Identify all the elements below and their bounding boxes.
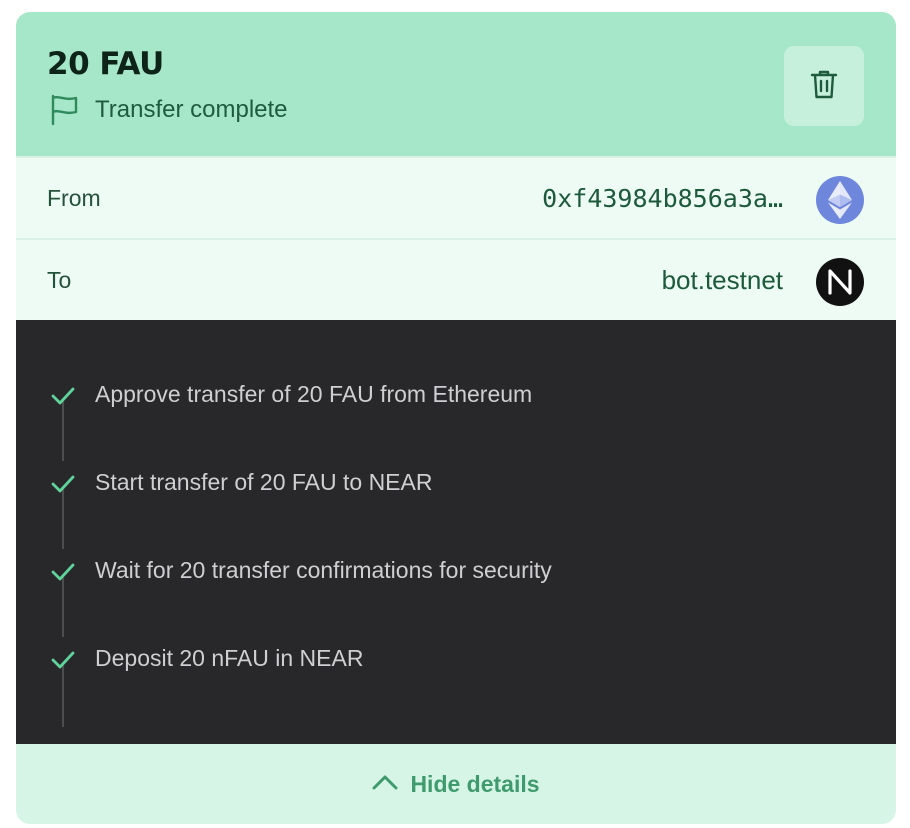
step-item: Approve transfer of 20 FAU from Ethereum: [16, 376, 896, 416]
step-item: Wait for 20 transfer confirmations for s…: [16, 552, 896, 592]
transfer-header: 20 FAU Transfer complete: [16, 12, 896, 156]
checkmark-icon: [51, 562, 75, 587]
checkmark-icon: [51, 386, 75, 411]
transfer-status: Transfer complete: [49, 94, 288, 126]
step-text: Start transfer of 20 FAU to NEAR: [95, 469, 433, 495]
step-text: Deposit 20 nFAU in NEAR: [95, 645, 364, 671]
step-text: Approve transfer of 20 FAU from Ethereum: [95, 381, 533, 407]
chevron-up-icon: [372, 774, 398, 795]
near-icon: [816, 258, 864, 306]
step-text: Wait for 20 transfer confirmations for s…: [95, 557, 552, 583]
trash-icon: [809, 68, 839, 105]
step-item: Start transfer of 20 FAU to NEAR: [16, 464, 896, 504]
flag-icon: [49, 94, 79, 126]
ethereum-icon: [816, 176, 864, 224]
hide-details-label: Hide details: [410, 770, 540, 797]
transfer-card: 20 FAU Transfer complete From 0xf43984b8…: [16, 12, 896, 824]
to-account: bot.testnet: [661, 265, 783, 295]
from-address: 0xf43984b856a3a…: [542, 184, 783, 213]
from-row: From 0xf43984b856a3a…: [16, 156, 896, 239]
delete-transfer-button[interactable]: [784, 46, 864, 126]
checkmark-icon: [51, 474, 75, 499]
from-label: From: [47, 185, 101, 211]
transfer-amount: 20 FAU: [47, 46, 164, 82]
hide-details-button[interactable]: Hide details: [16, 744, 896, 824]
to-row: To bot.testnet: [16, 238, 896, 321]
to-label: To: [47, 267, 72, 293]
transfer-steps-panel: Approve transfer of 20 FAU from Ethereum…: [16, 320, 896, 744]
checkmark-icon: [51, 650, 75, 675]
transfer-status-text: Transfer complete: [95, 96, 288, 123]
step-item: Deposit 20 nFAU in NEAR: [16, 640, 896, 680]
